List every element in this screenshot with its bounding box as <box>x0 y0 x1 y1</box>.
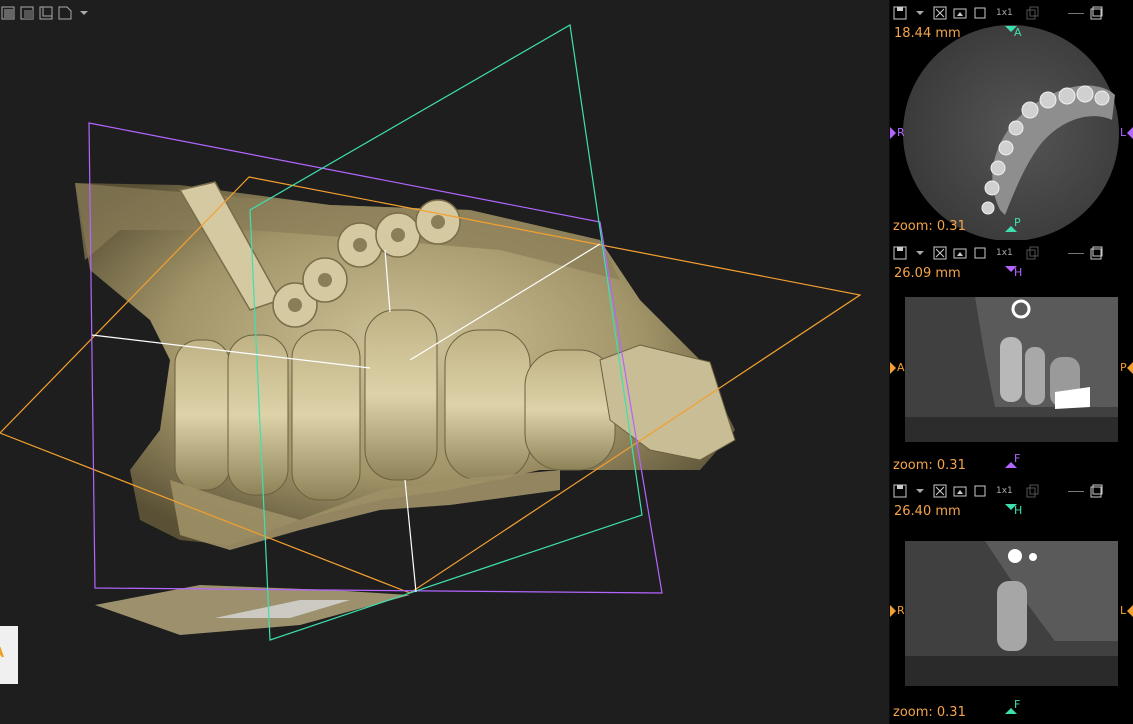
maximize-icon[interactable] <box>1088 483 1104 499</box>
orientation-label-left: A <box>897 361 905 374</box>
layout-label[interactable]: 1x1 <box>996 248 1020 258</box>
sagittal-slice-image[interactable] <box>905 297 1118 442</box>
volume-render-canvas[interactable] <box>0 0 889 724</box>
orientation-label-top: H <box>1014 266 1023 279</box>
fit-window-icon[interactable] <box>932 245 948 261</box>
orientation-label-left: R <box>897 604 905 617</box>
orientation-label-right: L <box>1120 126 1127 139</box>
screenshot-icon[interactable] <box>952 5 968 21</box>
orientation-label-top: A <box>1014 26 1022 39</box>
view-cube-side-icon[interactable] <box>19 5 35 21</box>
layout-label[interactable]: 1x1 <box>996 8 1020 18</box>
distance-readout: 26.09 mm <box>894 266 961 281</box>
checkbox-icon[interactable] <box>972 483 988 499</box>
screenshot-icon[interactable] <box>952 245 968 261</box>
orientation-cube-label: A <box>0 646 4 661</box>
save-icon[interactable] <box>892 5 908 21</box>
coronal-slice-image[interactable] <box>905 541 1118 686</box>
chevron-down-icon[interactable] <box>912 483 928 499</box>
zoom-readout: zoom: 0.31 <box>893 219 966 234</box>
fit-window-icon[interactable] <box>932 5 948 21</box>
orientation-label-right: P <box>1120 361 1127 374</box>
orientation-cube[interactable]: A <box>0 626 18 684</box>
chevron-down-icon[interactable] <box>76 5 92 21</box>
right-slice-marker[interactable] <box>1127 362 1133 374</box>
orientation-label-bottom: F <box>1014 698 1021 711</box>
jaw-volume <box>75 181 736 635</box>
checkbox-icon[interactable] <box>972 245 988 261</box>
view-cube-front-icon[interactable] <box>0 5 16 21</box>
maximize-icon[interactable] <box>1088 5 1104 21</box>
volume-render-view[interactable]: A <box>0 0 889 724</box>
left-slice-marker[interactable] <box>890 362 896 374</box>
copy-icon[interactable] <box>1024 245 1040 261</box>
zoom-readout: zoom: 0.31 <box>893 705 966 720</box>
orientation-label-right: L <box>1120 604 1127 617</box>
layout-label[interactable]: 1x1 <box>996 486 1020 496</box>
minimize-icon[interactable] <box>1068 12 1084 14</box>
minimize-icon[interactable] <box>1068 490 1084 492</box>
chevron-down-icon[interactable] <box>912 5 928 21</box>
save-icon[interactable] <box>892 245 908 261</box>
right-slice-marker[interactable] <box>1127 605 1133 617</box>
coronal-slice-pane[interactable]: 1x1 26.40 mm zoom: 0.31 H F R L <box>890 478 1133 724</box>
orientation-label-top: H <box>1014 504 1023 517</box>
view-cube-perspective-icon[interactable] <box>57 5 73 21</box>
axial-slice-pane[interactable]: 1x1 18.44 mm zoom: 0.31 A P R L <box>890 0 1133 240</box>
orientation-label-left: R <box>897 126 905 139</box>
copy-icon[interactable] <box>1024 483 1040 499</box>
orientation-label-bottom: F <box>1014 452 1021 465</box>
pane-toolbar: 1x1 <box>892 482 1104 500</box>
pane-toolbar: 1x1 <box>892 4 1104 22</box>
checkbox-icon[interactable] <box>972 5 988 21</box>
distance-readout: 26.40 mm <box>894 504 961 519</box>
left-slice-marker[interactable] <box>890 605 896 617</box>
view-cube-top-icon[interactable] <box>38 5 54 21</box>
copy-icon[interactable] <box>1024 5 1040 21</box>
save-icon[interactable] <box>892 483 908 499</box>
screenshot-icon[interactable] <box>952 483 968 499</box>
fit-window-icon[interactable] <box>932 483 948 499</box>
chevron-down-icon[interactable] <box>912 245 928 261</box>
minimize-icon[interactable] <box>1068 252 1084 254</box>
sagittal-slice-pane[interactable]: 1x1 26.09 mm zoom: 0.31 H F A P <box>890 240 1133 478</box>
volume-toolbar <box>0 4 92 22</box>
pane-toolbar: 1x1 <box>892 244 1104 262</box>
orientation-label-bottom: P <box>1014 216 1021 229</box>
maximize-icon[interactable] <box>1088 245 1104 261</box>
zoom-readout: zoom: 0.31 <box>893 458 966 473</box>
distance-readout: 18.44 mm <box>894 26 961 41</box>
